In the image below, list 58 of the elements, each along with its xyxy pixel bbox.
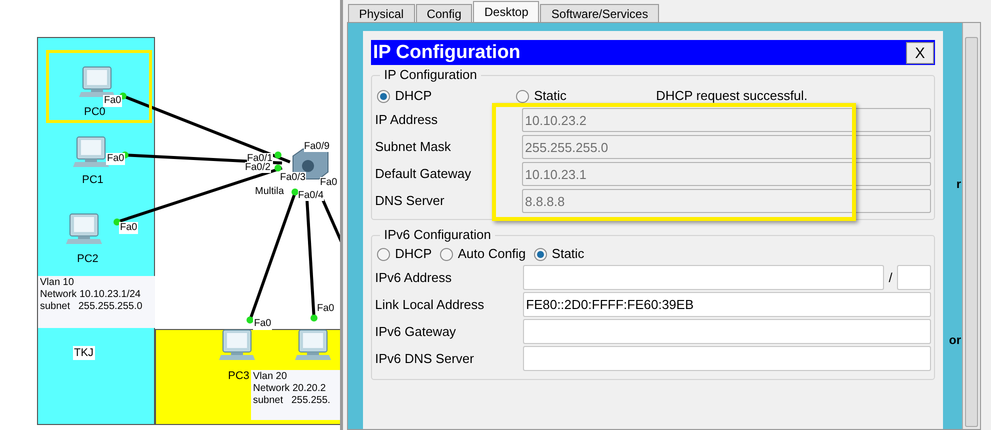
input-field[interactable]: FE80::2D0:FFFF:FE60:39EB xyxy=(523,292,931,317)
dialog-title: IP Configuration xyxy=(373,42,520,64)
port-label: Fa0/3 xyxy=(280,172,306,183)
input-field[interactable] xyxy=(523,346,931,371)
group-title: IPv6 Configuration xyxy=(383,228,492,242)
port-label: Fa0 xyxy=(103,95,122,107)
radio-button[interactable] xyxy=(377,248,390,260)
scrollbar[interactable] xyxy=(962,23,980,429)
input-field[interactable] xyxy=(523,265,884,290)
radio-option[interactable]: DHCP xyxy=(377,244,432,264)
tab[interactable]: Software/Services xyxy=(540,4,660,22)
radio-option[interactable]: DHCP xyxy=(377,86,516,106)
note-line: Vlan 10 xyxy=(40,277,75,289)
port-label: Fa0 xyxy=(253,318,272,330)
device-label: PC2 xyxy=(77,253,98,266)
note-line: Vlan 20 xyxy=(253,371,288,383)
device-label: PC1 xyxy=(82,174,104,187)
port-label: Fa0 xyxy=(106,153,126,165)
field-label: IP Address xyxy=(375,111,439,130)
radio-option[interactable]: Static xyxy=(534,244,584,264)
radio-button[interactable] xyxy=(440,248,453,260)
radio-button[interactable] xyxy=(534,248,547,260)
port-label: Fa0/2 xyxy=(245,162,271,173)
radio-option[interactable]: Auto Config xyxy=(440,244,526,264)
background-text: or xyxy=(949,332,961,349)
tab[interactable]: Desktop xyxy=(473,1,540,22)
area-label: TKJ xyxy=(73,346,95,360)
device-label: PC0 xyxy=(84,106,106,119)
device-label: PC3 xyxy=(228,370,250,383)
tab[interactable]: Physical xyxy=(348,4,415,22)
field-label: IPv6 DNS Server xyxy=(375,350,475,368)
field-label: IPv6 Gateway xyxy=(375,322,457,341)
radio-option[interactable]: Static xyxy=(516,86,656,106)
port-label: Fa0/9 xyxy=(304,141,330,152)
radio-button[interactable] xyxy=(377,90,390,102)
close-button[interactable]: X xyxy=(906,42,934,64)
radio-button[interactable] xyxy=(516,90,529,102)
field-label: IPv6 Address xyxy=(375,268,453,287)
scroll-thumb[interactable] xyxy=(965,37,978,427)
note-line: subnet 255.255. xyxy=(253,395,332,407)
note-line: Network 10.10.23.1/24 xyxy=(40,289,142,301)
field-label: DNS Server xyxy=(375,192,446,210)
note-line: Network 20.20.2 xyxy=(253,383,327,395)
port-label: Fa0/4 xyxy=(298,190,324,201)
port-label: Fa0 xyxy=(119,222,138,234)
prefix-field[interactable] xyxy=(897,265,931,290)
status-message: DHCP request successful. xyxy=(656,87,808,106)
port-label: Fa0 xyxy=(320,177,338,188)
device-label: Multila xyxy=(255,186,284,197)
tab[interactable]: Config xyxy=(416,4,472,22)
group-title: IP Configuration xyxy=(383,68,478,82)
input-field[interactable] xyxy=(523,319,931,344)
separator-text: / xyxy=(888,268,894,287)
background-text: r xyxy=(956,176,961,193)
field-label: Default Gateway xyxy=(375,165,472,184)
note-line: subnet 255.255.255.0 xyxy=(40,301,144,313)
field-label: Link Local Address xyxy=(375,296,486,314)
field-label: Subnet Mask xyxy=(375,138,452,156)
